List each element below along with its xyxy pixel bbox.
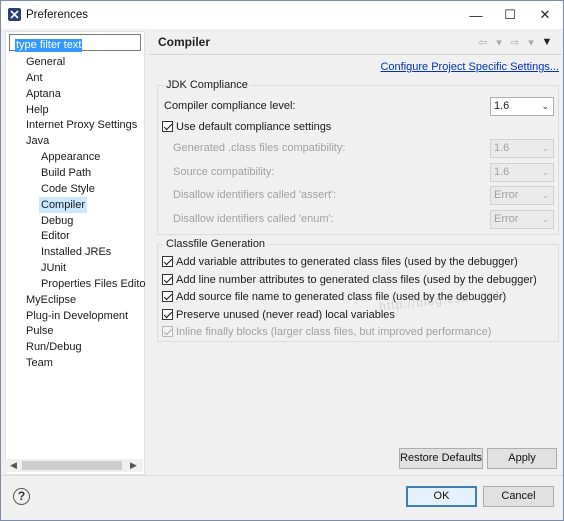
tree-item-aptana[interactable]: Aptana — [26, 86, 61, 102]
jdk-compliance-group-label: JDK Compliance — [164, 79, 250, 91]
scroll-thumb[interactable] — [22, 461, 122, 470]
enum-identifier-label: Disallow identifiers called 'enum': — [173, 213, 334, 225]
classfile-option[interactable]: Add line number attributes to generated … — [162, 271, 537, 289]
source-compat-value: 1.6 — [494, 166, 510, 178]
tree-item-run-debug[interactable]: Run/Debug — [26, 339, 82, 355]
use-default-compliance-option[interactable]: Use default compliance settings — [162, 118, 331, 136]
chevron-down-icon: ⌄ — [541, 167, 549, 177]
classfile-option-checkbox[interactable] — [162, 308, 173, 320]
preference-tree-pane: type filter text General Ant Aptana Help Int… — [5, 31, 146, 475]
forward-menu-icon[interactable]: ▾ — [525, 36, 537, 49]
tree-item-team[interactable]: Team — [26, 355, 53, 371]
source-compat-label: Source compatibility: — [173, 166, 275, 178]
window-title: Preferences — [26, 9, 89, 21]
generated-compat-label: Generated .class files compatibility: — [173, 142, 346, 154]
close-icon: ✕ — [539, 7, 551, 22]
tree-item-code-style[interactable]: Code Style — [41, 181, 95, 197]
use-default-compliance-checkbox[interactable] — [162, 121, 173, 132]
tree-item-installed-jres[interactable]: Installed JREs — [41, 244, 111, 260]
minimize-icon: — — [469, 7, 483, 23]
jdk-compliance-group: JDK Compliance Compiler compliance level… — [157, 79, 559, 235]
classfile-option-checkbox[interactable] — [162, 256, 173, 267]
question-icon[interactable]: ? — [13, 488, 30, 505]
classfile-option-checkbox[interactable] — [162, 291, 173, 302]
cancel-button[interactable]: Cancel — [483, 486, 554, 507]
back-icon[interactable]: ⇦ — [477, 36, 489, 49]
chevron-down-icon: ⌄ — [541, 143, 549, 153]
classfile-option[interactable]: Preserve unused (never read) local varia… — [162, 306, 395, 324]
compliance-level-select[interactable]: 1.6 ⌄ — [490, 97, 554, 116]
compiler-page: Compiler ⇦ ▾ ⇨ ▾ ▼ Configure Project Spe… — [149, 31, 561, 475]
compliance-level-label: Compiler compliance level: — [164, 100, 296, 112]
tree-item-build-path[interactable]: Build Path — [41, 165, 91, 181]
preferences-window: Preferences — ☐ ✕ type filter text Gener… — [0, 0, 564, 521]
restore-defaults-button[interactable]: Restore Defaults — [399, 448, 483, 469]
source-compat-select: 1.6 ⌄ — [490, 163, 554, 182]
generated-compat-select: 1.6 ⌄ — [490, 139, 554, 158]
maximize-icon: ☐ — [504, 7, 516, 22]
enum-identifier-select: Error ⌄ — [490, 210, 554, 229]
scroll-right-icon[interactable]: ▶ — [127, 459, 140, 472]
classfile-option-checkbox — [162, 326, 173, 337]
view-menu-icon[interactable]: ▼ — [541, 36, 553, 49]
classfile-option: Inline finally blocks (larger class file… — [162, 323, 491, 341]
tree-item-properties-files-edito[interactable]: Properties Files Edito — [41, 276, 146, 292]
classfile-option-label: Add variable attributes to generated cla… — [176, 256, 518, 268]
footer-divider — [1, 475, 563, 476]
back-menu-icon[interactable]: ▾ — [493, 36, 505, 49]
assert-identifier-value: Error — [494, 189, 519, 201]
filter-input-text: type filter text — [15, 39, 83, 52]
minimize-button[interactable]: — — [459, 1, 493, 29]
tree-item-help[interactable]: Help — [26, 102, 49, 118]
chevron-down-icon: ⌄ — [541, 214, 549, 224]
tree-item-plug-in-development[interactable]: Plug-in Development — [26, 308, 128, 324]
tree-item-appearance[interactable]: Appearance — [41, 149, 100, 165]
scroll-left-icon[interactable]: ◀ — [7, 459, 20, 472]
tree-item-compiler[interactable]: Compiler — [39, 196, 88, 213]
page-header: Compiler ⇦ ▾ ⇨ ▾ ▼ — [149, 31, 561, 53]
classfile-option-label: Add line number attributes to generated … — [176, 273, 537, 286]
classfile-option-label: Preserve unused (never read) local varia… — [176, 308, 395, 321]
filter-input[interactable]: type filter text — [9, 34, 141, 52]
chevron-down-icon: ⌄ — [541, 190, 549, 200]
apply-button[interactable]: Apply — [487, 448, 557, 469]
tree-item-general[interactable]: General — [26, 54, 65, 70]
classfile-option[interactable]: Add variable attributes to generated cla… — [162, 253, 518, 271]
forward-icon[interactable]: ⇨ — [509, 36, 521, 49]
maximize-button[interactable]: ☐ — [493, 1, 527, 29]
classfile-generation-group-label: Classfile Generation — [164, 238, 268, 250]
title-bar: Preferences — ☐ ✕ — [1, 1, 563, 29]
classfile-option-checkbox[interactable] — [162, 273, 173, 285]
classfile-option-label: Inline finally blocks (larger class file… — [176, 326, 492, 338]
tree-item-ant[interactable]: Ant — [26, 70, 43, 86]
tree-horizontal-scrollbar[interactable]: ◀ ▶ — [5, 459, 143, 472]
page-title: Compiler — [158, 35, 211, 49]
eclipse-icon — [8, 8, 21, 21]
use-default-compliance-label: Use default compliance settings — [176, 121, 332, 133]
tree-item-debug[interactable]: Debug — [41, 213, 73, 229]
tree-item-myeclipse[interactable]: MyEclipse — [26, 292, 76, 308]
assert-identifier-select: Error ⌄ — [490, 186, 554, 205]
tree-item-junit[interactable]: JUnit — [41, 260, 66, 276]
close-button[interactable]: ✕ — [528, 1, 562, 29]
tree-item-java[interactable]: Java — [26, 133, 49, 149]
enum-identifier-value: Error — [494, 213, 519, 225]
tree-item-pulse[interactable]: Pulse — [26, 323, 54, 339]
assert-identifier-label: Disallow identifiers called 'assert': — [173, 189, 337, 201]
tree-item-internet-proxy-settings[interactable]: Internet Proxy Settings — [26, 117, 137, 133]
history-nav: ⇦ ▾ ⇨ ▾ ▼ — [477, 36, 553, 49]
tree-item-editor[interactable]: Editor — [41, 228, 70, 244]
ok-button[interactable]: OK — [406, 486, 477, 507]
compliance-level-value: 1.6 — [494, 100, 510, 112]
configure-project-settings-link[interactable]: Configure Project Specific Settings... — [380, 61, 559, 73]
chevron-down-icon: ⌄ — [541, 101, 549, 111]
header-divider — [149, 54, 561, 55]
generated-compat-value: 1.6 — [494, 142, 510, 154]
